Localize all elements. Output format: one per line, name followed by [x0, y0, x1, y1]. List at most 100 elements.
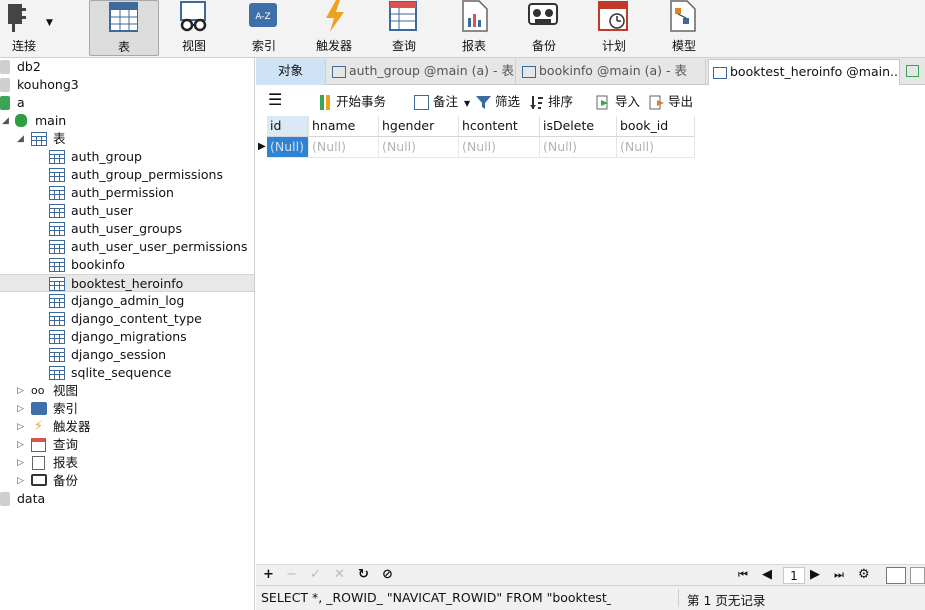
model-button[interactable]: 模型 [650, 0, 718, 56]
tab-label: bookinfo @main (a) - 表 [539, 63, 687, 78]
tree-connection-a[interactable]: a [0, 94, 254, 112]
grid-view-icon[interactable] [886, 567, 906, 584]
table-icon [713, 66, 727, 79]
index-button[interactable]: A-Z 索引 [230, 0, 298, 56]
collapsed-arrow-icon[interactable]: ▷ [17, 400, 24, 418]
table-cell[interactable]: (Null) [267, 137, 309, 158]
schedule-button[interactable]: 计划 [580, 0, 648, 56]
current-row-indicator-icon: ▶ [258, 141, 266, 152]
discard-icon[interactable]: ✕ [334, 567, 345, 583]
collapsed-arrow-icon[interactable]: ▷ [17, 472, 24, 490]
stop-icon[interactable]: ⊘ [382, 567, 393, 583]
tree-connection-db2[interactable]: db2 [0, 58, 254, 76]
tree-table-item[interactable]: auth_user [0, 202, 254, 220]
database-icon [0, 78, 10, 92]
begin-transaction-button[interactable]: 开始事务 [320, 93, 386, 111]
tab-auth-group[interactable]: auth_group @main (a) - 表 [328, 59, 516, 85]
tab-booktest-heroinfo[interactable]: booktest_heroinfo @main... [708, 59, 900, 85]
tab-bookinfo[interactable]: bookinfo @main (a) - 表 [518, 59, 706, 85]
sort-button[interactable]: 排序 [529, 93, 573, 111]
trigger-button[interactable]: 触发器 [300, 0, 368, 56]
column-header[interactable]: isDelete [540, 116, 617, 137]
memo-button[interactable]: 备注 ▼ [414, 93, 470, 111]
table-button[interactable]: 表 [89, 0, 159, 56]
tab-objects[interactable]: 对象 [256, 59, 326, 85]
query-button[interactable]: 查询 [370, 0, 438, 56]
last-page-icon[interactable]: ⏭ [834, 567, 844, 583]
table-icon [332, 65, 346, 78]
tree-table-item[interactable]: auth_user_user_permissions [0, 238, 254, 256]
index-icon [31, 402, 47, 415]
tree-connection-label: db2 [17, 59, 41, 74]
expanded-arrow-icon[interactable]: ◢ [2, 112, 9, 130]
tree-table-item[interactable]: auth_permission [0, 184, 254, 202]
add-record-icon[interactable]: + [263, 567, 274, 583]
table-cell[interactable]: (Null) [459, 137, 540, 158]
column-header[interactable]: hname [309, 116, 379, 137]
import-button[interactable]: 导入 [596, 93, 640, 111]
tree-folder-triggers[interactable]: ▷ ⚡ 触发器 [0, 418, 254, 436]
tree-table-item[interactable]: django_content_type [0, 310, 254, 328]
backup-button[interactable]: 备份 [510, 0, 578, 56]
tree-database-main[interactable]: ◢ main [0, 112, 254, 130]
tree-folder-views[interactable]: ▷ oo 视图 [0, 382, 254, 400]
tree-table-label: auth_group_permissions [71, 167, 223, 182]
apply-icon[interactable]: ✓ [310, 567, 321, 583]
expanded-arrow-icon[interactable]: ◢ [17, 130, 24, 148]
tree-table-item-selected[interactable]: booktest_heroinfo [0, 274, 254, 292]
status-bar: SELECT *, _ROWID_ "NAVICAT_ROWID" FROM "… [256, 585, 925, 610]
page-number-input[interactable]: 1 [783, 567, 805, 584]
model-icon [670, 0, 696, 32]
refresh-icon[interactable]: ↻ [358, 567, 369, 583]
table-cell[interactable]: (Null) [379, 137, 459, 158]
tree-folder-tables[interactable]: ◢ 表 [0, 130, 254, 148]
settings-gear-icon[interactable]: ⚙ [858, 567, 870, 583]
first-page-icon[interactable]: ⏮ [738, 567, 748, 583]
form-view-icon[interactable] [910, 567, 925, 584]
column-header[interactable]: book_id [617, 116, 695, 137]
view-button[interactable]: 视图 [160, 0, 228, 56]
tab-label: auth_group @main (a) - 表 [349, 63, 515, 78]
collapsed-arrow-icon[interactable]: ▷ [17, 454, 24, 472]
report-button[interactable]: 报表 [440, 0, 508, 56]
table-cell[interactable]: (Null) [540, 137, 617, 158]
column-header[interactable]: hcontent [459, 116, 540, 137]
tree-table-item[interactable]: auth_group [0, 148, 254, 166]
tree-table-item[interactable]: django_admin_log [0, 292, 254, 310]
column-header[interactable]: hgender [379, 116, 459, 137]
tree-table-item[interactable]: bookinfo [0, 256, 254, 274]
export-button[interactable]: 导出 [649, 93, 693, 111]
tree-folder-queries[interactable]: ▷ 查询 [0, 436, 254, 454]
collapsed-arrow-icon[interactable]: ▷ [17, 418, 24, 436]
tree-table-item[interactable]: django_migrations [0, 328, 254, 346]
navigation-tree[interactable]: db2 kouhong3 a ◢ main ◢ 表 auth_group aut… [0, 58, 255, 610]
database-icon [0, 60, 10, 74]
tree-folder-reports[interactable]: ▷ 报表 [0, 454, 254, 472]
new-tab-button[interactable] [902, 59, 925, 85]
table-cell[interactable]: (Null) [309, 137, 379, 158]
data-grid[interactable]: id hname hgender hcontent isDelete book_… [256, 116, 925, 564]
tree-database-data[interactable]: data [0, 490, 254, 508]
next-page-icon[interactable]: ▶ [810, 567, 820, 583]
table-icon [49, 366, 65, 380]
column-header[interactable]: id [267, 116, 309, 137]
delete-record-icon[interactable]: − [286, 567, 297, 583]
chevron-down-icon[interactable]: ▼ [46, 18, 53, 28]
filter-button[interactable]: 筛选 [476, 93, 520, 111]
tree-connection-kouhong3[interactable]: kouhong3 [0, 76, 254, 94]
menu-icon[interactable]: ☰ [268, 91, 282, 109]
tree-folder-label: 查询 [53, 437, 79, 452]
collapsed-arrow-icon[interactable]: ▷ [17, 436, 24, 454]
table-cell[interactable]: (Null) [617, 137, 695, 158]
previous-page-icon[interactable]: ◀ [762, 567, 772, 583]
tree-table-item[interactable]: sqlite_sequence [0, 364, 254, 382]
tree-folder-indexes[interactable]: ▷ 索引 [0, 400, 254, 418]
connect-button[interactable]: 连接 ▼ [0, 0, 53, 56]
tree-table-item[interactable]: django_session [0, 346, 254, 364]
tree-table-item[interactable]: auth_group_permissions [0, 166, 254, 184]
chevron-down-icon[interactable]: ▼ [464, 99, 470, 108]
table-icon [522, 65, 536, 78]
collapsed-arrow-icon[interactable]: ▷ [17, 382, 24, 400]
tree-table-item[interactable]: auth_user_groups [0, 220, 254, 238]
tree-folder-backups[interactable]: ▷ 备份 [0, 472, 254, 490]
